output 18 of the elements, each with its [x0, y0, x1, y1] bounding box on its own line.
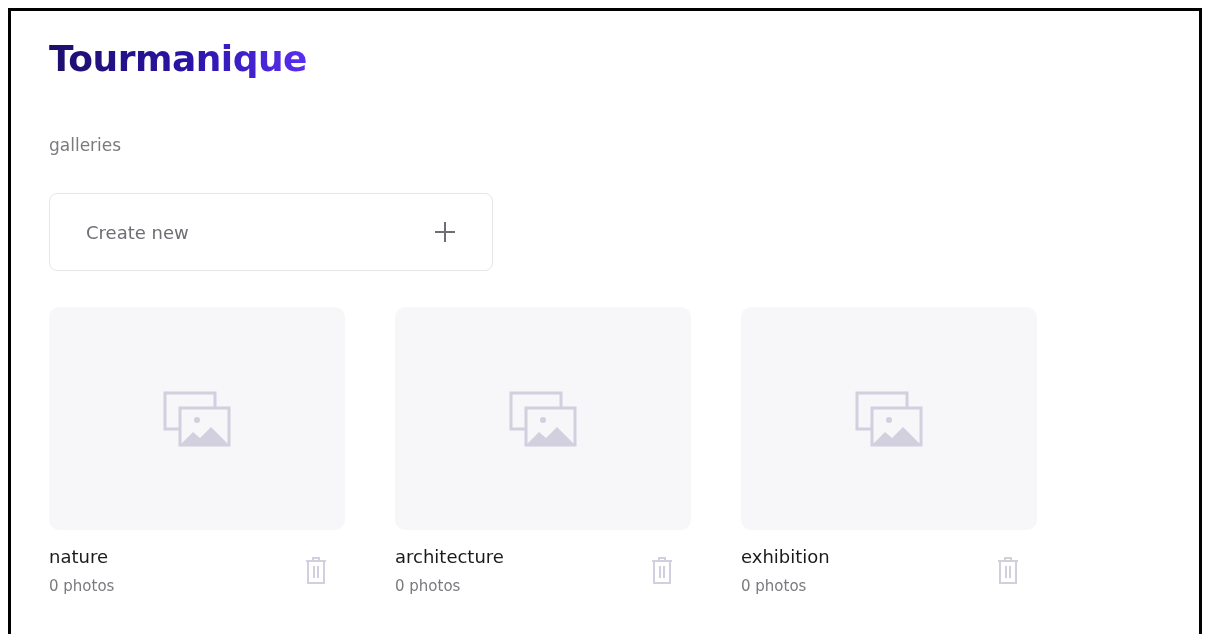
photo-count: 0 photos: [741, 577, 808, 595]
gallery-name: exhibition: [741, 546, 830, 567]
gallery-thumbnail[interactable]: [741, 307, 1037, 530]
gallery-name: nature: [49, 546, 109, 567]
trash-icon[interactable]: [305, 556, 327, 585]
gallery-thumbnail[interactable]: [49, 307, 345, 530]
trash-icon[interactable]: [997, 556, 1019, 585]
plus-icon: [434, 221, 456, 243]
image-placeholder-icon: [509, 390, 577, 447]
trash-icon[interactable]: [651, 556, 673, 585]
photo-count: 0 photos: [395, 577, 462, 595]
image-placeholder-icon: [855, 390, 923, 447]
section-title: galleries: [49, 135, 123, 155]
create-new-button[interactable]: Create new: [49, 193, 493, 271]
gallery-thumbnail[interactable]: [395, 307, 691, 530]
photo-count: 0 photos: [49, 577, 115, 595]
gallery-name: architecture: [395, 546, 504, 567]
image-placeholder-icon: [163, 390, 231, 447]
